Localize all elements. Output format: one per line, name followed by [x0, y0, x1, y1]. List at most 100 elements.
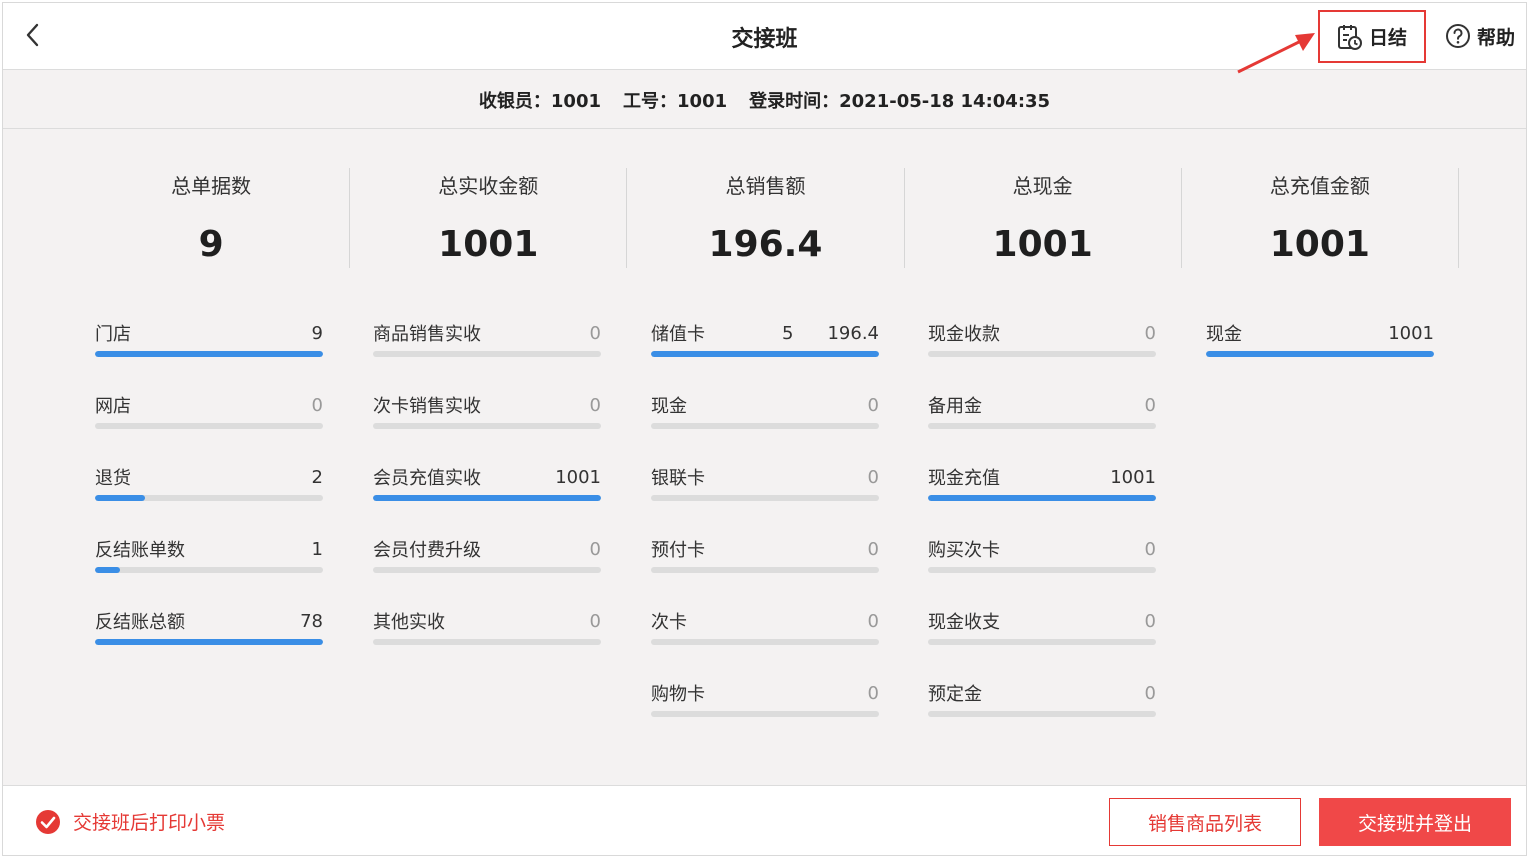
- summary-row: 总单据数 9 总实收金额 1001 总销售额 196.4 总现金 1001 总充…: [73, 168, 1459, 268]
- progress-bar: [651, 567, 879, 573]
- detail-value: 1001: [1110, 466, 1156, 488]
- login-time-info: 登录时间：2021-05-18 14:04:35: [749, 90, 1051, 112]
- detail-item: 现金 0: [651, 391, 879, 463]
- detail-label: 次卡销售实收: [373, 396, 481, 417]
- progress-bar: [928, 495, 1156, 501]
- detail-item: 次卡销售实收 0: [373, 391, 601, 463]
- summary-total-received: 总实收金额 1001: [350, 168, 628, 268]
- detail-item: 预付卡 0: [651, 535, 879, 607]
- progress-bar: [373, 567, 601, 573]
- help-button[interactable]: 帮助: [1445, 17, 1515, 55]
- detail-label: 购买次卡: [928, 540, 1000, 561]
- detail-item: 现金收款 0: [928, 319, 1156, 391]
- progress-bar: [928, 711, 1156, 717]
- progress-bar: [373, 639, 601, 645]
- detail-value: 0: [589, 394, 601, 416]
- detail-item: 现金 1001: [1206, 319, 1434, 391]
- detail-value: 1: [311, 538, 323, 560]
- progress-bar: [651, 423, 879, 429]
- progress-bar: [95, 639, 323, 645]
- progress-bar: [651, 495, 879, 501]
- detail-item: 次卡 0: [651, 607, 879, 679]
- handover-logout-button[interactable]: 交接班并登出: [1319, 798, 1511, 846]
- staff-number-info: 工号：1001: [623, 90, 728, 112]
- detail-value: 0: [867, 610, 879, 632]
- detail-item: 网店 0: [95, 391, 323, 463]
- detail-label: 会员充值实收: [373, 468, 481, 489]
- summary-value: 1001: [438, 224, 539, 265]
- detail-item: 反结账总额 78: [95, 607, 323, 679]
- detail-item: 会员充值实收 1001: [373, 463, 601, 535]
- detail-item: 退货 2: [95, 463, 323, 535]
- progress-bar: [928, 351, 1156, 357]
- detail-item: 现金充值 1001: [928, 463, 1156, 535]
- detail-value: 0: [867, 682, 879, 704]
- progress-bar: [373, 423, 601, 429]
- detail-label: 购物卡: [651, 684, 705, 705]
- detail-value: 0: [867, 538, 879, 560]
- progress-bar: [928, 423, 1156, 429]
- detail-value: 0: [1144, 394, 1156, 416]
- detail-label: 现金收支: [928, 612, 1000, 633]
- progress-fill: [928, 495, 1156, 501]
- sales-product-list-button[interactable]: 销售商品列表: [1109, 798, 1301, 846]
- detail-value: 0: [311, 394, 323, 416]
- detail-value: 1001: [555, 466, 601, 488]
- summary-value: 196.4: [708, 224, 823, 265]
- summary-total-orders: 总单据数 9: [73, 168, 351, 268]
- progress-bar: [928, 639, 1156, 645]
- detail-label: 现金充值: [928, 468, 1000, 489]
- detail-label: 其他实收: [373, 612, 445, 633]
- header-bar: 交接班 日结 帮助: [3, 3, 1526, 74]
- summary-label: 总实收金额: [438, 174, 539, 198]
- detail-column-payment: 储值卡 5 196.4 现金 0 银联卡 0 预付卡 0 次卡 0 购物卡 0: [651, 319, 879, 751]
- detail-column-cash: 现金收款 0 备用金 0 现金充值 1001 购买次卡 0 现金收支 0 预定金 0: [928, 319, 1156, 751]
- detail-item: 商品销售实收 0: [373, 319, 601, 391]
- progress-fill: [373, 495, 601, 501]
- detail-item: 购买次卡 0: [928, 535, 1156, 607]
- summary-label: 总现金: [1012, 174, 1073, 198]
- detail-value: 0: [1144, 538, 1156, 560]
- back-button[interactable]: [17, 19, 49, 51]
- progress-fill: [95, 567, 121, 573]
- progress-fill: [95, 495, 146, 501]
- detail-label: 反结账总额: [95, 612, 185, 633]
- cashier-info: 收银员：1001: [478, 90, 602, 112]
- check-circle-icon: [36, 809, 60, 834]
- print-receipt-checkbox[interactable]: 交接班后打印小票: [35, 808, 225, 835]
- summary-label: 总销售额: [725, 174, 806, 198]
- detail-value: 0: [1144, 322, 1156, 344]
- detail-label: 反结账单数: [95, 540, 185, 561]
- detail-label: 储值卡: [651, 324, 705, 345]
- print-receipt-label: 交接班后打印小票: [73, 812, 226, 834]
- daily-settlement-button[interactable]: 日结: [1318, 10, 1426, 63]
- progress-bar: [95, 567, 323, 573]
- progress-fill: [95, 351, 323, 357]
- detail-count: 5: [782, 322, 794, 344]
- progress-bar: [95, 351, 323, 357]
- summary-total-recharge: 总充值金额 1001: [1182, 168, 1459, 268]
- detail-value: 78: [300, 610, 323, 632]
- detail-value: 0: [589, 538, 601, 560]
- progress-bar: [95, 495, 323, 501]
- progress-fill: [651, 351, 879, 357]
- annotation-arrow-icon: [1237, 33, 1315, 74]
- progress-bar: [651, 711, 879, 717]
- progress-bar: [373, 495, 601, 501]
- daily-settlement-label: 日结: [1368, 27, 1407, 49]
- progress-bar: [651, 351, 879, 357]
- summary-total-cash: 总现金 1001: [905, 168, 1182, 268]
- handover-window: 交接班 日结 帮助 收银员：1001 工号：1001 登录时间：2021-05-…: [2, 2, 1527, 856]
- detail-column-received: 商品销售实收 0 次卡销售实收 0 会员充值实收 1001 会员付费升级 0 其他实收 0: [373, 319, 601, 679]
- detail-value: 9: [311, 322, 323, 344]
- detail-value: 2: [311, 466, 323, 488]
- help-label: 帮助: [1477, 26, 1516, 49]
- progress-bar: [1206, 351, 1434, 357]
- progress-bar: [95, 423, 323, 429]
- detail-label: 备用金: [928, 396, 982, 417]
- detail-label: 预付卡: [651, 540, 705, 561]
- progress-fill: [1206, 351, 1434, 357]
- detail-item: 购物卡 0: [651, 679, 879, 751]
- detail-label: 商品销售实收: [373, 324, 481, 345]
- detail-value: 196.4: [827, 322, 879, 344]
